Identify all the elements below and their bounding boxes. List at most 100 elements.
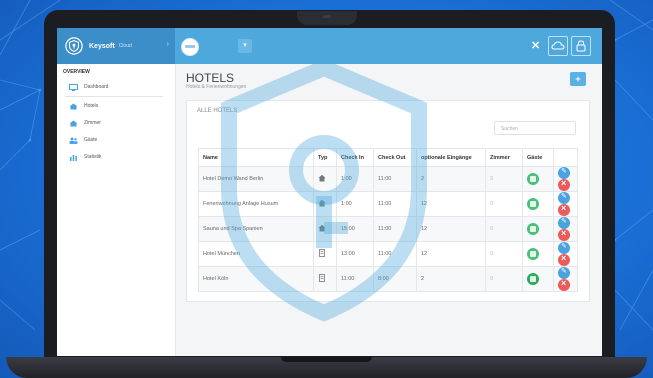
lock-icon [576,40,586,52]
sidebar-item-label: Zimmer [84,120,101,126]
hotel-name[interactable]: Hotel Demo Wand Berlin [198,166,314,192]
column-header[interactable]: optionale Eingänge [416,148,486,167]
actions-cell [553,166,578,192]
check-in: 15:00 [336,216,374,242]
hotel-type [313,266,337,292]
actions-cell [553,266,578,292]
cloud-button[interactable] [548,36,568,56]
check-out: 8:00 [373,266,417,292]
guests-cell [522,191,554,217]
actions-cell [553,241,578,267]
entrances: 2 [416,266,486,292]
entrances: 12 [416,216,486,242]
actions-header [553,148,578,167]
column-header[interactable]: Check Out [373,148,417,167]
delete-button[interactable] [558,253,570,266]
guests-cell [522,266,554,292]
entrances: 12 [416,241,486,267]
sidebar-item-label: Hotels [84,103,99,109]
home-icon [318,224,326,232]
panel-title: ALLE HOTELS [197,108,238,114]
search-input[interactable]: Suchen [494,121,576,135]
hotel-type [313,216,337,242]
lock-button[interactable] [571,36,591,56]
sidebar-item-label: Gäste [84,137,98,143]
hotel-type [313,241,337,267]
hotel-name[interactable]: Ferienwohnung Anlage Husum [198,191,314,217]
check-out: 11:00 [373,241,417,267]
sidebar-item-hotels[interactable]: Hotels [69,100,98,112]
guests-button[interactable] [527,248,539,260]
rooms: 0 [485,216,523,242]
table-row: Sauna und Spa Spanien 15:00 11:00 12 0 [198,216,578,242]
chevron-down-icon[interactable]: ▾ [238,39,252,53]
hotels-panel: ALLE HOTELS Suchen Name Typ Check In Che… [186,100,590,302]
check-in: 1:00 [336,166,374,192]
sidebar-divider [65,96,163,97]
brand-subtitle: Cloud [118,43,132,49]
delete-button[interactable] [558,228,570,241]
home-icon [318,174,326,182]
guests-cell [522,166,554,192]
column-header[interactable]: Gäste [522,148,554,167]
rooms: 0 [485,241,523,267]
guests-button[interactable] [527,273,539,285]
hotel-name[interactable]: Sauna und Spa Spanien [198,216,314,242]
rooms: 3 [485,166,523,192]
app-screen: Keysoft Cloud › ▾ ✕ OVERVIEW Dashboard H… [57,28,602,356]
brand-name: Keysoft [89,42,115,50]
delete-button[interactable] [558,178,570,191]
entrances: 2 [416,166,486,192]
monitor-icon [69,83,78,91]
check-in: 11:00 [336,266,374,292]
column-header[interactable]: Name [198,148,314,167]
check-out: 11:00 [373,216,417,242]
hotel-name[interactable]: Hotel Köln [198,266,314,292]
camera-notch [297,11,357,25]
home-icon [318,199,326,207]
delete-button[interactable] [558,278,570,291]
hotel-type [313,191,337,217]
brand[interactable]: Keysoft Cloud › [57,28,175,64]
rooms: 0 [485,191,523,217]
table-row: Hotel München 13:00 11:00 12 0 [198,241,578,267]
sidebar-item-zimmer[interactable]: Zimmer [69,117,101,129]
rooms: 0 [485,266,523,292]
check-in: 1:00 [336,191,374,217]
column-header[interactable]: Check In [336,148,374,167]
bar-chart-icon [70,154,77,161]
sidebar-item-gaeste[interactable]: Gäste [69,134,97,146]
users-icon [69,137,78,144]
sidebar: OVERVIEW Dashboard Hotels Zimmer Gäste S… [57,64,176,356]
column-header[interactable]: Typ [313,148,337,167]
page-title: HOTELS [186,71,235,85]
sidebar-item-label: Dashboard [84,84,109,90]
guests-cell [522,241,554,267]
column-header[interactable]: Zimmer [485,148,523,167]
check-out: 11:00 [373,191,417,217]
hotel-type [313,166,337,192]
guests-button[interactable] [527,223,539,235]
table-row: Hotel Köln 11:00 8:00 2 0 [198,266,578,292]
shield-logo-icon [65,37,83,55]
sidebar-item-statistik[interactable]: Statistik [69,151,102,163]
building-icon [319,274,325,282]
check-out: 11:00 [373,166,417,192]
actions-cell [553,191,578,217]
hotels-table: Name Typ Check In Check Out optionale Ei… [198,148,578,292]
delete-button[interactable] [558,203,570,216]
actions-cell [553,216,578,242]
hotel-name[interactable]: Hotel München [198,241,314,267]
close-icon[interactable]: ✕ [531,39,540,52]
guests-button[interactable] [527,198,539,210]
guests-button[interactable] [527,173,539,185]
add-hotel-button[interactable]: + [570,72,586,86]
home-icon [69,103,78,109]
avatar[interactable] [181,38,199,56]
cloud-icon [551,41,565,50]
laptop-base [6,357,647,378]
building-icon [319,249,325,257]
sidebar-item-dashboard[interactable]: Dashboard [69,81,108,93]
table-row: Ferienwohnung Anlage Husum 1:00 11:00 12… [198,191,578,217]
page-subtitle: Hotels & Ferienwohnungen [186,84,247,90]
